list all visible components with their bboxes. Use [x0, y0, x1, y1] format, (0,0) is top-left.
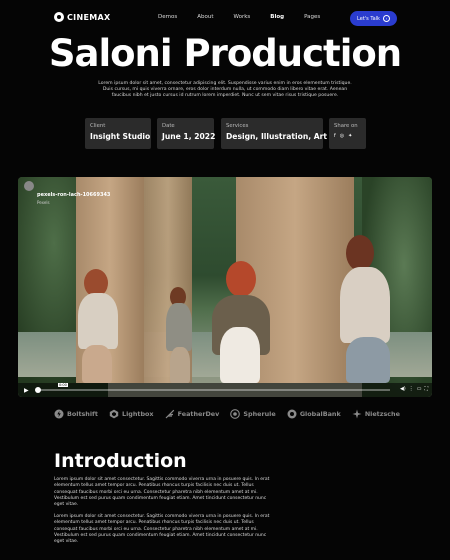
boltshift-icon: [54, 409, 64, 419]
logo-globalbank: GlobalBank: [287, 409, 341, 419]
featherdev-icon: [165, 409, 174, 419]
globalbank-icon: [287, 409, 297, 419]
video-frame-person: [220, 327, 260, 383]
video-progress-bar[interactable]: 0:00: [35, 383, 390, 393]
brand-logo[interactable]: CINEMAX: [54, 12, 110, 22]
settings-icon[interactable]: ⋮: [409, 386, 414, 392]
hero-description: Lorem ipsum dolor sit amet, consectetur …: [98, 81, 352, 99]
services-value: Design, Illustration, Art: [226, 132, 328, 141]
pip-icon[interactable]: ▭: [417, 386, 422, 392]
video-controls: ▶ 0:00 ◀) ⋮ ▭ ⛶: [18, 383, 432, 397]
share-label: Share on: [334, 123, 358, 129]
video-frame-person: [82, 345, 112, 383]
arrow-right-icon: ›: [382, 15, 390, 22]
client-label: Client: [90, 123, 106, 129]
nav-item-pages[interactable]: Pages: [304, 14, 320, 20]
video-frame-person: [346, 235, 374, 271]
fullscreen-icon[interactable]: ⛶: [424, 386, 428, 392]
video-frame-person: [226, 261, 256, 297]
client-value: Insight Studio: [90, 132, 151, 141]
nav-item-demos[interactable]: Demos: [158, 14, 177, 20]
video-frame-person: [346, 337, 390, 383]
intro-paragraph: Lorem ipsum dolor sit amet consectetur. …: [54, 514, 270, 545]
video-frame-person: [340, 267, 390, 343]
time-tooltip: 0:00: [58, 383, 68, 387]
introduction-heading: Introduction: [54, 450, 187, 472]
twitter-icon[interactable]: ✦: [348, 133, 352, 139]
date-value: June 1, 2022: [162, 132, 216, 141]
nav-item-about[interactable]: About: [197, 14, 213, 20]
services-label: Services: [226, 123, 249, 129]
instagram-icon[interactable]: ◎: [340, 133, 344, 139]
logo-label: Boltshift: [67, 410, 98, 418]
video-frame-person: [166, 303, 192, 351]
logo-boltshift: Boltshift: [54, 409, 98, 419]
volume-icon[interactable]: ◀): [400, 386, 406, 392]
logo-label: Nietzsche: [364, 410, 400, 418]
main-menu: Demos About Works Blog Pages: [158, 14, 340, 20]
logo-featherdev: FeatherDev: [165, 409, 220, 419]
top-nav: CINEMAX Demos About Works Blog Pages Let…: [0, 0, 450, 36]
facebook-icon[interactable]: f: [334, 133, 336, 139]
logo-label: GlobalBank: [299, 410, 341, 418]
client-logos: Boltshift Lightbox FeatherDev Spherule G…: [54, 409, 400, 419]
lets-talk-button[interactable]: Let's Talk ›: [350, 11, 397, 26]
logo-lightbox: Lightbox: [109, 409, 154, 419]
logo-label: FeatherDev: [177, 410, 220, 418]
logo-nietzsche: Nietzsche: [352, 409, 400, 419]
video-frame-person: [78, 293, 118, 349]
video-frame-person: [170, 347, 190, 383]
logo-spherule: Spherule: [230, 409, 276, 419]
meta-card-services: Services Design, Illustration, Art: [221, 118, 328, 149]
brand-name: CINEMAX: [67, 12, 111, 22]
video-player[interactable]: pexels-ron-lach-10669343 Pexels ▶ 0:00 ◀…: [18, 177, 432, 397]
nietzsche-icon: [352, 409, 362, 419]
spherule-icon: [230, 409, 241, 419]
video-author-name: pexels-ron-lach-10669343: [37, 192, 111, 198]
lightbox-icon: [109, 409, 119, 419]
meta-card-date: Date June 1, 2022: [157, 118, 216, 149]
logo-mark-icon: [54, 12, 64, 22]
logo-label: Lightbox: [122, 410, 154, 418]
lets-talk-label: Let's Talk: [357, 15, 380, 22]
logo-label: Spherule: [243, 410, 276, 418]
video-author-badge: pexels-ron-lach-10669343 Pexels: [24, 181, 110, 205]
video-author-source: Pexels: [37, 200, 50, 205]
meta-card-client: Client Insight Studio: [85, 118, 151, 149]
nav-item-works[interactable]: Works: [233, 14, 250, 20]
intro-paragraph: Lorem ipsum dolor sit amet consectetur. …: [54, 477, 270, 508]
date-label: Date: [162, 123, 175, 129]
video-progress-handle[interactable]: [35, 387, 41, 393]
avatar: [24, 181, 34, 191]
play-icon[interactable]: ▶: [24, 387, 29, 394]
meta-card-share: Share on f ◎ ✦: [329, 118, 366, 149]
page-title: Saloni Production: [48, 32, 402, 75]
nav-item-blog[interactable]: Blog: [270, 14, 284, 20]
